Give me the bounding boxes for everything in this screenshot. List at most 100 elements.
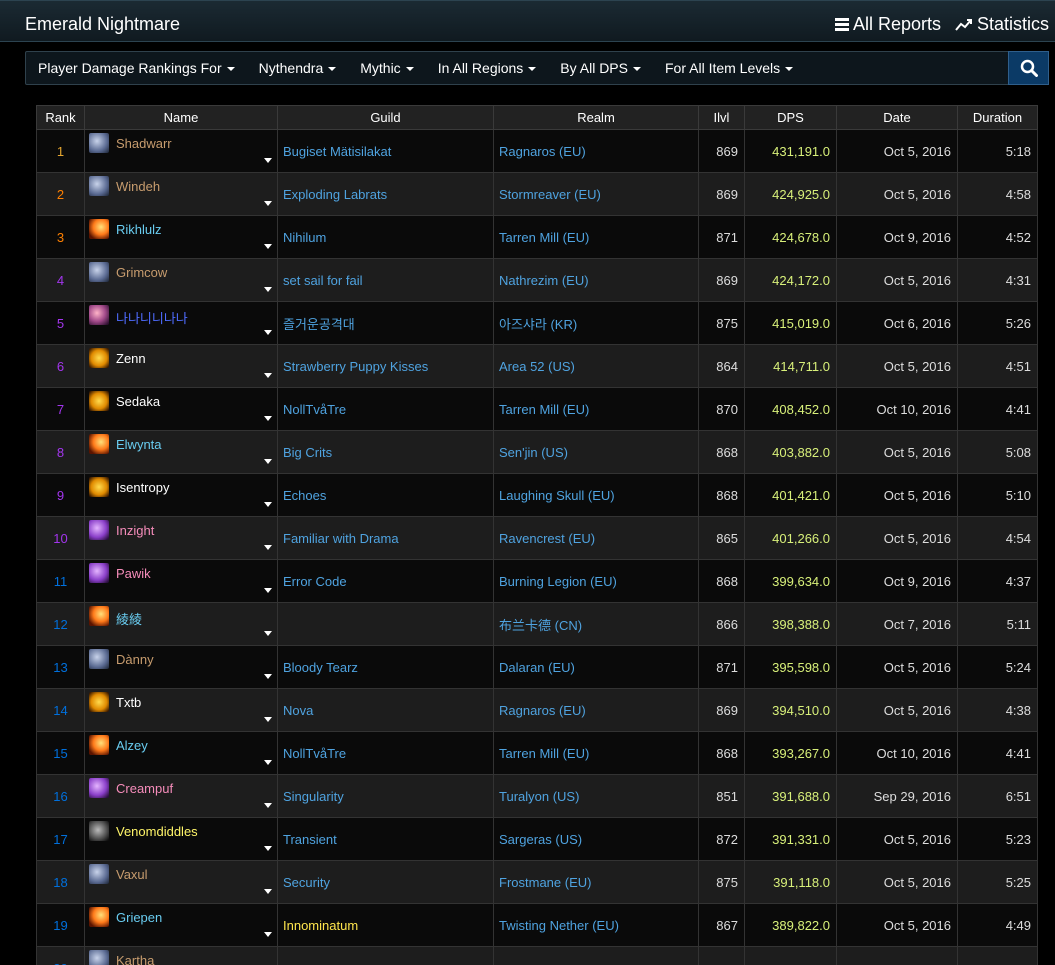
table-row[interactable]: 5 나나니니나나 즐거운공격대 아즈샤라 (KR) 875 415,019.0 Oct 6,… (36, 301, 1038, 345)
realm-link[interactable]: Twisting Nether (EU) (493, 903, 699, 947)
caret-down-icon[interactable] (264, 717, 272, 722)
guild-link[interactable]: Bloody Tearz (277, 645, 494, 689)
realm-link[interactable]: Ravencrest (EU) (493, 516, 699, 560)
caret-down-icon[interactable] (264, 674, 272, 679)
table-row[interactable]: 15 Alzey NollTvåTre Tarren Mill (EU) 868 393,… (36, 731, 1038, 775)
player-name-link[interactable]: Vaxul (116, 867, 148, 882)
guild-link[interactable]: Innominatum (277, 903, 494, 947)
guild-link[interactable]: Familiar with Drama (277, 516, 494, 560)
col-name[interactable]: Name (84, 105, 278, 130)
player-name-link[interactable]: Elwynta (116, 437, 162, 452)
realm-link[interactable]: Nathrezim (EU) (493, 258, 699, 302)
realm-link[interactable]: Tarren Mill (EU) (493, 731, 699, 775)
caret-down-icon[interactable] (264, 158, 272, 163)
caret-down-icon[interactable] (264, 287, 272, 292)
guild-link[interactable]: set sail for fail (277, 258, 494, 302)
guild-link[interactable]: Exploding Labrats (277, 172, 494, 216)
table-row[interactable]: 1 Shadwarr Bugiset Mätisilakat Ragnaros (EU… (36, 129, 1038, 173)
filter-dropdown[interactable]: Nythendra (247, 60, 349, 76)
table-row[interactable]: 10 Inzight Familiar with Drama Ravencrest (… (36, 516, 1038, 560)
caret-down-icon[interactable] (264, 502, 272, 507)
caret-down-icon[interactable] (264, 889, 272, 894)
realm-link[interactable]: Laughing Skull (EU) (493, 473, 699, 517)
realm-link[interactable]: Ragnaros (EU) (493, 129, 699, 173)
guild-link[interactable] (277, 946, 494, 965)
caret-down-icon[interactable] (264, 932, 272, 937)
realm-link[interactable]: Dalaran (EU) (493, 645, 699, 689)
player-name-link[interactable]: 나나니니나나 (116, 308, 188, 327)
caret-down-icon[interactable] (264, 760, 272, 765)
col-date[interactable]: Date (836, 105, 958, 130)
player-name-link[interactable]: Creampuf (116, 781, 173, 796)
search-button[interactable] (1008, 51, 1049, 85)
caret-down-icon[interactable] (264, 459, 272, 464)
caret-down-icon[interactable] (264, 201, 272, 206)
player-name-link[interactable]: Sedaka (116, 394, 160, 409)
guild-link[interactable]: NollTvåTre (277, 387, 494, 431)
player-name-link[interactable]: Grimcow (116, 265, 167, 280)
caret-down-icon[interactable] (264, 631, 272, 636)
realm-link[interactable]: Area 52 (US) (493, 344, 699, 388)
table-row[interactable]: 2 Windeh Exploding Labrats Stormreaver (EU)… (36, 172, 1038, 216)
col-dps[interactable]: DPS (744, 105, 837, 130)
guild-link[interactable]: Nova (277, 688, 494, 732)
table-row[interactable]: 9 Isentropy Echoes Laughing Skull (EU) 868 40… (36, 473, 1038, 517)
realm-link[interactable]: Tarren Mill (EU) (493, 215, 699, 259)
filter-dropdown[interactable]: In All Regions (426, 60, 549, 76)
filter-dropdown[interactable]: Mythic (348, 60, 425, 76)
guild-link[interactable]: Bugiset Mätisilakat (277, 129, 494, 173)
col-guild[interactable]: Guild (277, 105, 494, 130)
player-name-link[interactable]: Shadwarr (116, 136, 172, 151)
player-name-link[interactable]: Zenn (116, 351, 146, 366)
realm-link[interactable] (493, 946, 699, 965)
guild-link[interactable]: Singularity (277, 774, 494, 818)
caret-down-icon[interactable] (264, 588, 272, 593)
realm-link[interactable]: Tarren Mill (EU) (493, 387, 699, 431)
filter-dropdown[interactable]: Player Damage Rankings For (26, 60, 247, 76)
col-rank[interactable]: Rank (36, 105, 85, 130)
realm-link[interactable]: Ragnaros (EU) (493, 688, 699, 732)
all-reports-link[interactable]: All Reports (834, 14, 941, 35)
guild-link[interactable]: Big Crits (277, 430, 494, 474)
realm-link[interactable]: 아즈샤라 (KR) (493, 301, 699, 345)
table-row[interactable]: 11 Pawik Error Code Burning Legion (EU) 868 3… (36, 559, 1038, 603)
realm-link[interactable]: 布兰卡德 (CN) (493, 602, 699, 646)
table-row[interactable]: 18 Vaxul Security Frostmane (EU) 875 391,118.… (36, 860, 1038, 904)
realm-link[interactable]: Sargeras (US) (493, 817, 699, 861)
player-name-link[interactable]: Kartha (116, 953, 154, 965)
table-row[interactable]: 4 Grimcow set sail for fail Nathrezim (EU) 8… (36, 258, 1038, 302)
player-name-link[interactable]: Pawik (116, 566, 151, 581)
guild-link[interactable]: Security (277, 860, 494, 904)
table-row[interactable]: 8 Elwynta Big Crits Sen'jin (US) 868 403,882.… (36, 430, 1038, 474)
table-row[interactable]: 7 Sedaka NollTvåTre Tarren Mill (EU) 870 408,… (36, 387, 1038, 431)
realm-link[interactable]: Burning Legion (EU) (493, 559, 699, 603)
table-row[interactable]: 3 Rikhlulz Nihilum Tarren Mill (EU) 871 424,6… (36, 215, 1038, 259)
guild-link[interactable]: Nihilum (277, 215, 494, 259)
player-name-link[interactable]: Isentropy (116, 480, 169, 495)
filter-dropdown[interactable]: By All DPS (548, 60, 653, 76)
statistics-link[interactable]: Statistics (955, 14, 1049, 35)
realm-link[interactable]: Frostmane (EU) (493, 860, 699, 904)
guild-link[interactable]: NollTvåTre (277, 731, 494, 775)
player-name-link[interactable]: Windeh (116, 179, 160, 194)
player-name-link[interactable]: Rikhlulz (116, 222, 162, 237)
player-name-link[interactable]: Inzight (116, 523, 154, 538)
table-row[interactable]: 20 Kartha (36, 946, 1038, 965)
table-row[interactable]: 17 Venomdiddles Transient Sargeras (US) 872 3… (36, 817, 1038, 861)
caret-down-icon[interactable] (264, 803, 272, 808)
guild-link[interactable] (277, 602, 494, 646)
table-row[interactable]: 14 Txtb Nova Ragnaros (EU) 869 394,510.0 Oct 5… (36, 688, 1038, 732)
guild-link[interactable]: Strawberry Puppy Kisses (277, 344, 494, 388)
player-name-link[interactable]: Alzey (116, 738, 148, 753)
caret-down-icon[interactable] (264, 373, 272, 378)
guild-link[interactable]: Echoes (277, 473, 494, 517)
table-row[interactable]: 12 綾綾 布兰卡德 (CN) 866 398,388.0 Oct 7, 2016 5:11 (36, 602, 1038, 646)
col-realm[interactable]: Realm (493, 105, 699, 130)
guild-link[interactable]: 즐거운공격대 (277, 301, 494, 345)
caret-down-icon[interactable] (264, 330, 272, 335)
player-name-link[interactable]: Griepen (116, 910, 162, 925)
realm-link[interactable]: Turalyon (US) (493, 774, 699, 818)
guild-link[interactable]: Transient (277, 817, 494, 861)
table-row[interactable]: 19 Griepen Innominatum Twisting Nether (EU)… (36, 903, 1038, 947)
caret-down-icon[interactable] (264, 244, 272, 249)
